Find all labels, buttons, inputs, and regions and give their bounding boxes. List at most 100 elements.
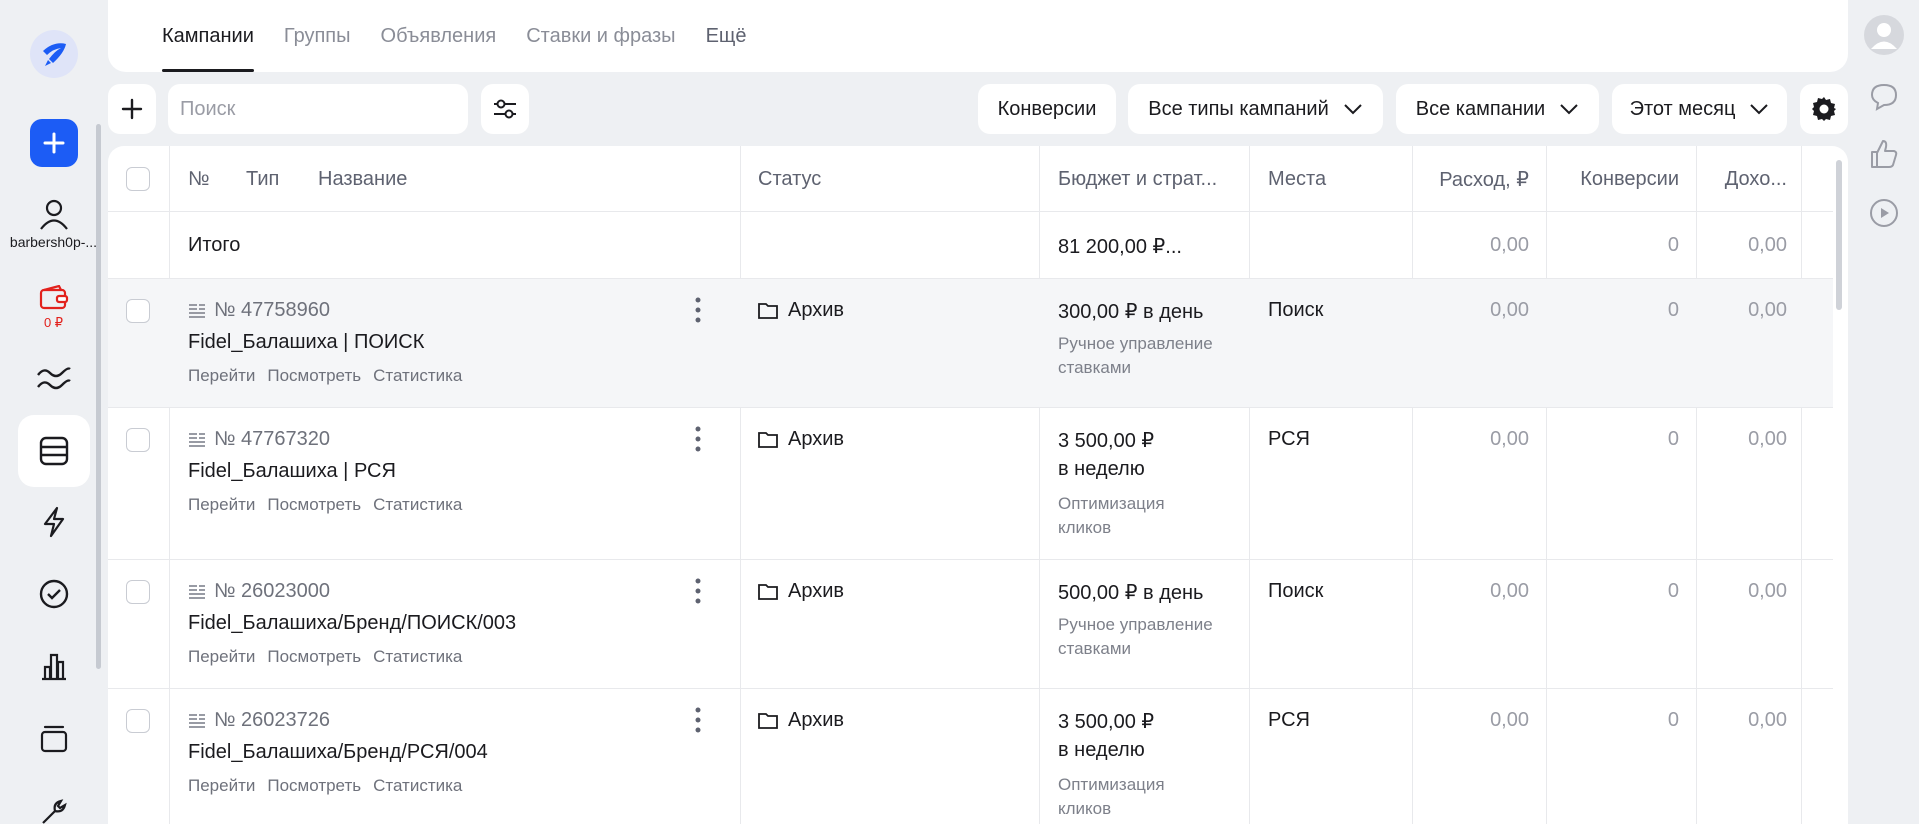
filters-button[interactable] xyxy=(481,84,529,134)
folder-icon xyxy=(758,432,778,448)
sidebar-scrollbar[interactable] xyxy=(96,124,101,669)
row-menu-button[interactable] xyxy=(695,707,701,739)
text-campaign-icon xyxy=(189,432,205,447)
view-link[interactable]: Посмотреть xyxy=(267,776,361,795)
header-spend[interactable]: Расход, ₽ xyxy=(1412,146,1529,212)
header-budget[interactable]: Бюджет и страт... xyxy=(1058,146,1217,212)
budget-value: 500,00 ₽ в день xyxy=(1058,582,1204,604)
nav-tasks[interactable] xyxy=(0,566,107,622)
status-label: Архив xyxy=(788,580,845,602)
nav-tools[interactable] xyxy=(0,784,107,824)
chevron-down-icon xyxy=(1344,104,1362,115)
nav-automation[interactable] xyxy=(0,494,107,550)
header-places[interactable]: Места xyxy=(1268,146,1326,212)
layers-icon xyxy=(40,725,67,753)
campaign-name[interactable]: Fidel_Балашиха/Бренд/РСЯ/004 xyxy=(188,741,488,764)
search-input[interactable] xyxy=(168,84,468,134)
nav-library[interactable] xyxy=(0,710,107,766)
table-row[interactable]: № 26023726 Fidel_Балашиха/Бренд/РСЯ/004 … xyxy=(108,689,1833,824)
chevron-down-icon xyxy=(1560,104,1578,115)
row-checkbox[interactable] xyxy=(126,299,150,323)
campaign-name[interactable]: Fidel_Балашиха | РСЯ xyxy=(188,460,396,483)
wallet-icon xyxy=(39,285,68,310)
campaigns-filter-dropdown[interactable]: Все кампании xyxy=(1396,84,1599,134)
view-link[interactable]: Посмотреть xyxy=(267,495,361,514)
view-link[interactable]: Посмотреть xyxy=(267,647,361,666)
goto-link[interactable]: Перейти xyxy=(188,366,255,385)
tab-more[interactable]: Ещё xyxy=(706,0,747,72)
place-value: РСЯ xyxy=(1268,428,1311,450)
video-help-button[interactable] xyxy=(1848,198,1919,228)
strategy-line2: кликов xyxy=(1058,799,1112,818)
bar-chart-icon xyxy=(41,653,66,681)
folder-icon xyxy=(758,713,778,729)
tab-campaigns[interactable]: Кампании xyxy=(162,0,254,72)
kebab-menu-icon xyxy=(695,426,701,452)
budget-value: 3 500,00 ₽ xyxy=(1058,430,1155,452)
view-link[interactable]: Посмотреть xyxy=(267,366,361,385)
place-value: РСЯ xyxy=(1268,709,1311,731)
row-checkbox[interactable] xyxy=(126,580,150,604)
status-label: Архив xyxy=(788,428,845,450)
rocket-logo-icon xyxy=(29,30,78,78)
header-number[interactable]: № xyxy=(188,146,209,212)
nav-reports[interactable] xyxy=(0,638,107,694)
income-value: 0,00 xyxy=(1748,428,1787,450)
app-logo[interactable] xyxy=(0,26,107,82)
header-conversions[interactable]: Конверсии xyxy=(1546,146,1679,212)
account-menu[interactable]: barbersh0p-... xyxy=(0,194,107,254)
row-menu-button[interactable] xyxy=(695,426,701,458)
table-scrollbar[interactable] xyxy=(1836,160,1842,310)
stats-link[interactable]: Статистика xyxy=(373,366,462,385)
header-type[interactable]: Тип xyxy=(246,146,279,212)
nav-campaigns[interactable] xyxy=(0,414,107,488)
plus-icon xyxy=(121,98,143,120)
totals-conversions: 0 xyxy=(1667,234,1679,256)
create-button[interactable] xyxy=(0,118,107,168)
sliders-icon xyxy=(494,99,516,119)
period-dropdown[interactable]: Этот месяц xyxy=(1612,84,1787,134)
table-row[interactable]: № 47767320 Fidel_Балашиха | РСЯ Перейти П… xyxy=(108,408,1833,560)
conversions-value: 0 xyxy=(1667,428,1679,450)
place-value: Поиск xyxy=(1268,580,1324,602)
select-all-checkbox[interactable] xyxy=(126,167,150,191)
settings-button[interactable] xyxy=(1800,84,1848,134)
conversions-button[interactable]: Конверсии xyxy=(978,84,1116,134)
chat-bubble-icon xyxy=(1870,83,1897,111)
stats-link[interactable]: Статистика xyxy=(373,776,462,795)
income-value: 0,00 xyxy=(1748,709,1787,731)
stats-link[interactable]: Статистика xyxy=(373,495,462,514)
goto-link[interactable]: Перейти xyxy=(188,776,255,795)
campaigns-table: № Тип Название Статус Бюджет и страт... … xyxy=(108,146,1848,824)
campaign-types-dropdown[interactable]: Все типы кампаний xyxy=(1128,84,1383,134)
row-menu-button[interactable] xyxy=(695,297,701,329)
nav-wave[interactable] xyxy=(0,350,107,406)
header-income[interactable]: Дохо... xyxy=(1696,146,1787,212)
conversions-value: 0 xyxy=(1667,580,1679,602)
spend-value: 0,00 xyxy=(1490,428,1529,450)
chat-button[interactable] xyxy=(1848,82,1919,112)
row-checkbox[interactable] xyxy=(126,428,150,452)
goto-link[interactable]: Перейти xyxy=(188,647,255,666)
tab-groups[interactable]: Группы xyxy=(284,0,351,72)
table-row[interactable]: № 47758960 Fidel_Балашиха | ПОИСК Перейт… xyxy=(108,279,1833,408)
feedback-button[interactable] xyxy=(1848,138,1919,170)
row-menu-button[interactable] xyxy=(695,578,701,610)
row-checkbox[interactable] xyxy=(126,709,150,733)
campaign-name[interactable]: Fidel_Балашиха | ПОИСК xyxy=(188,331,424,354)
tab-bids-phrases[interactable]: Ставки и фразы xyxy=(526,0,675,72)
top-tabs-bar: Кампании Группы Объявления Ставки и фраз… xyxy=(108,0,1848,72)
add-campaign-button[interactable] xyxy=(108,84,156,134)
table-row[interactable]: № 26023000 Fidel_Балашиха/Бренд/ПОИСК/00… xyxy=(108,560,1833,689)
header-status[interactable]: Статус xyxy=(758,146,821,212)
tab-ads[interactable]: Объявления xyxy=(381,0,497,72)
totals-row: Итого 81 200,00 ₽... 0,00 0 0,00 xyxy=(108,212,1833,279)
wallet-button[interactable]: 0 ₽ xyxy=(0,280,107,336)
campaign-name[interactable]: Fidel_Балашиха/Бренд/ПОИСК/003 xyxy=(188,612,516,635)
profile-avatar[interactable] xyxy=(1848,14,1919,56)
user-icon xyxy=(39,199,68,230)
header-name[interactable]: Название xyxy=(318,146,407,212)
plus-icon xyxy=(29,119,78,167)
stats-link[interactable]: Статистика xyxy=(373,647,462,666)
goto-link[interactable]: Перейти xyxy=(188,495,255,514)
